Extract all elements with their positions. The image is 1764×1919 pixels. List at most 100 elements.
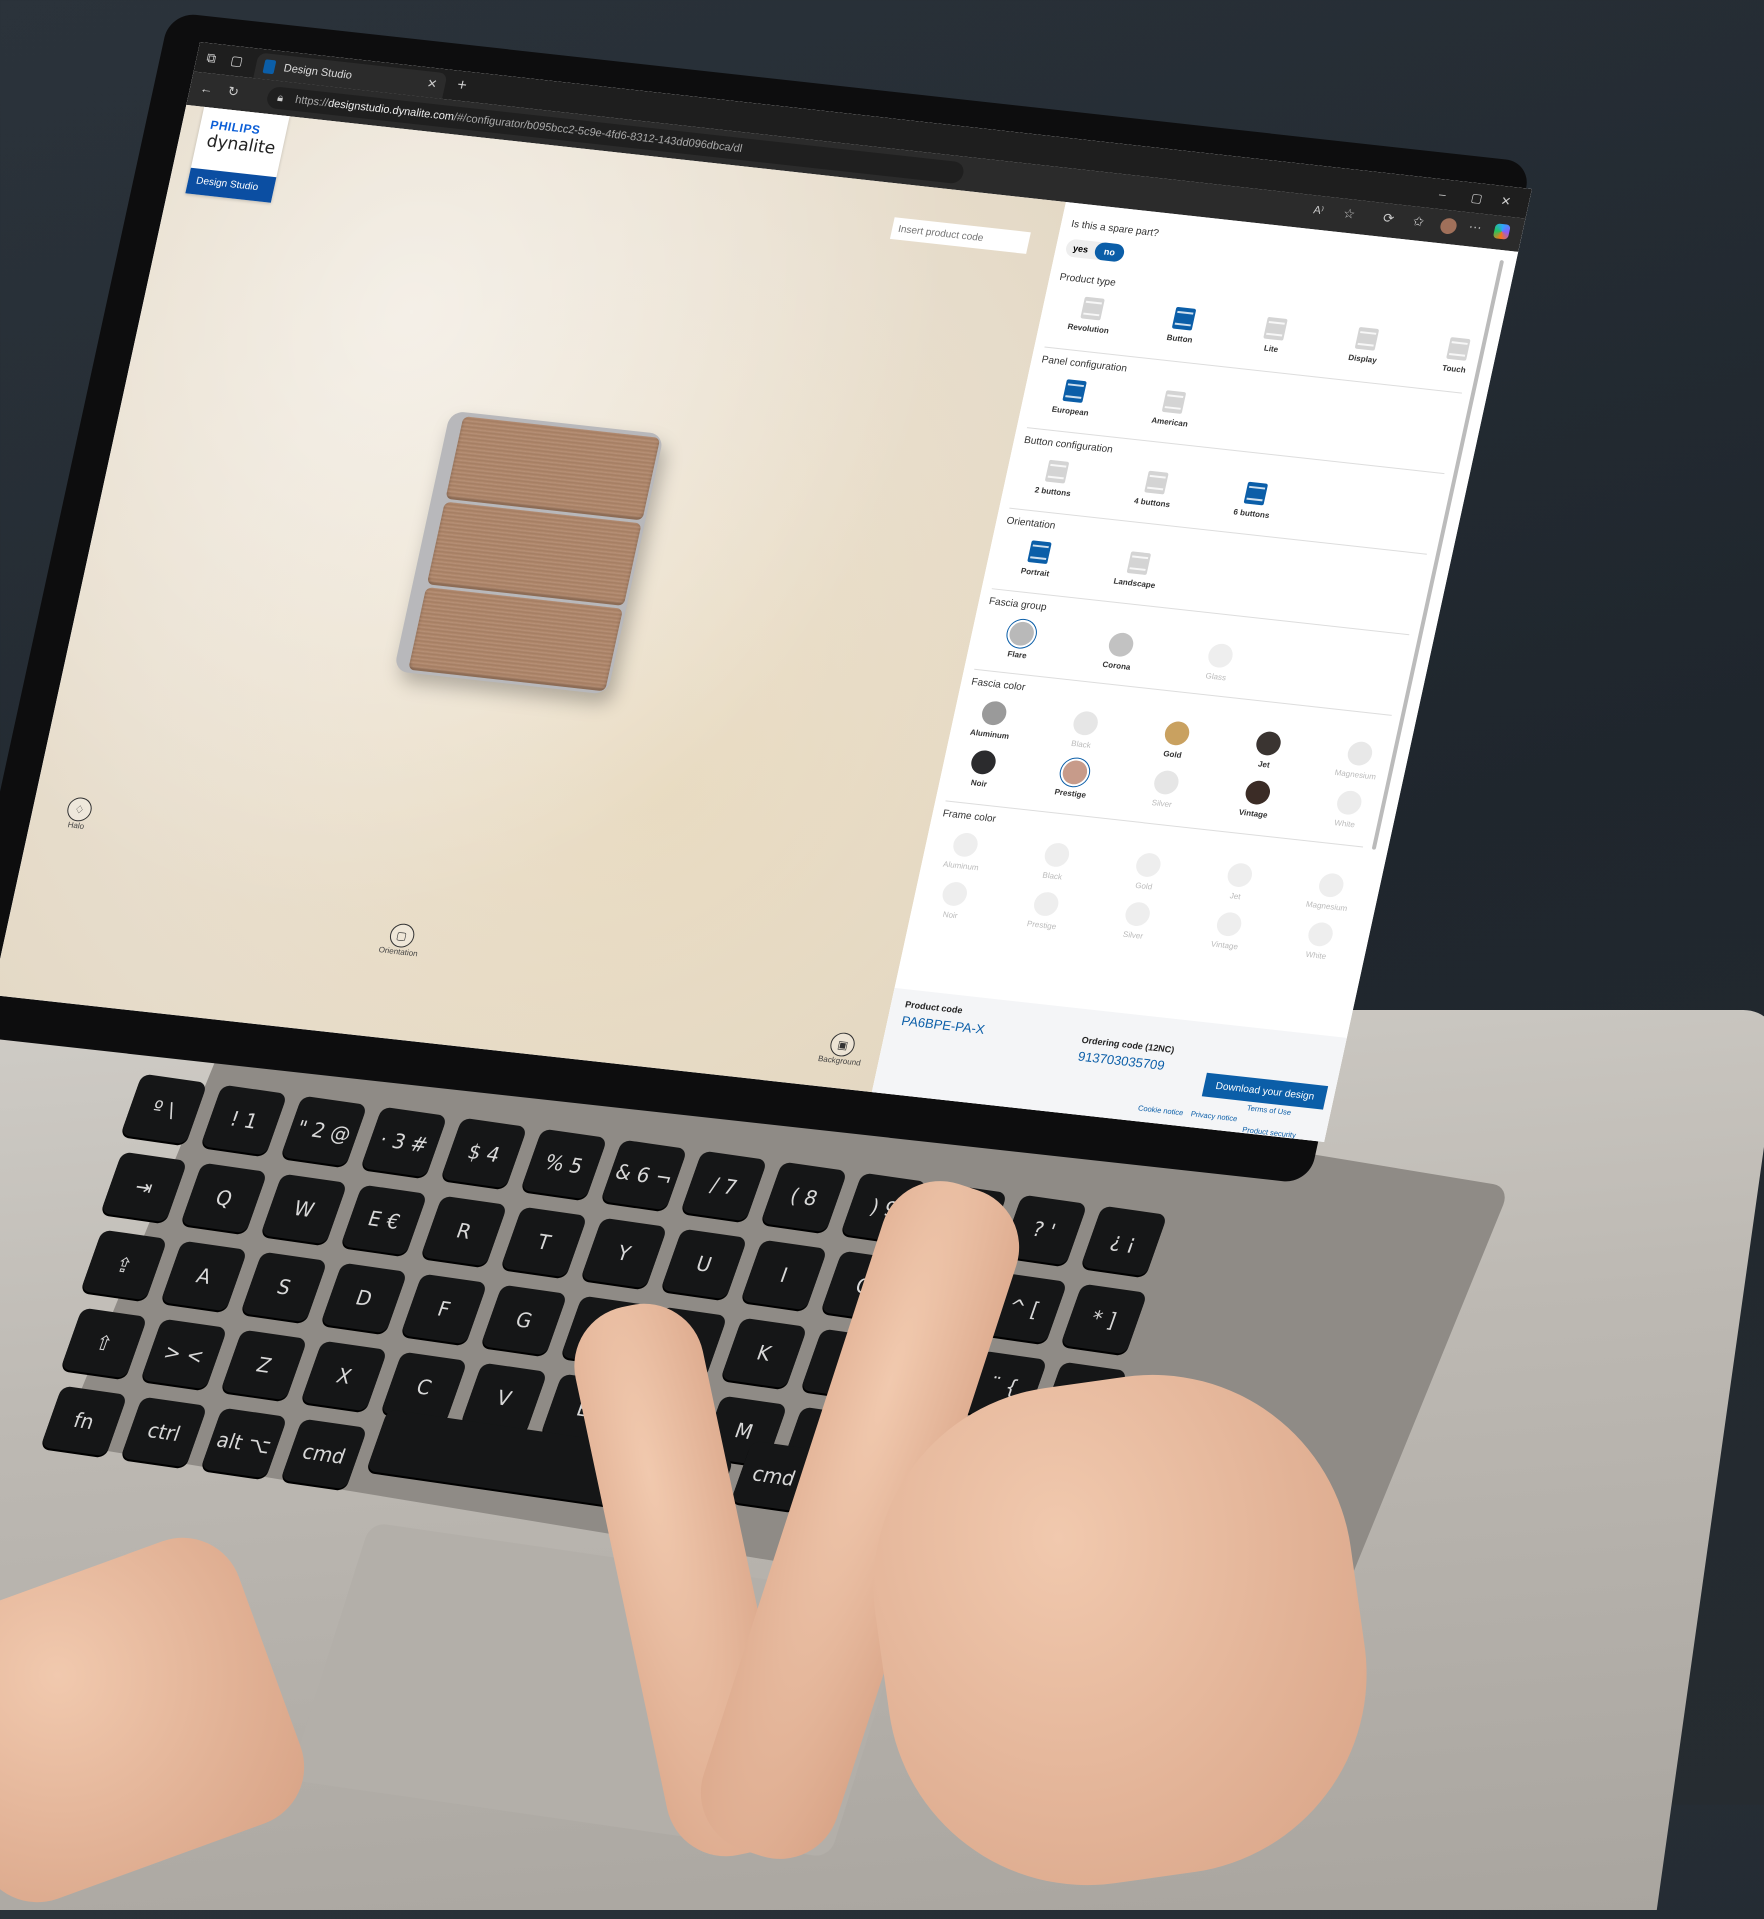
frame-color-option-black[interactable]: Black bbox=[1017, 839, 1095, 884]
frame-color-option-prestige[interactable]: Prestige bbox=[1006, 888, 1084, 933]
fascia-group-title: Fascia group bbox=[987, 596, 1048, 614]
close-tab-icon[interactable]: ✕ bbox=[426, 76, 439, 91]
orientation-title: Orientation bbox=[1005, 515, 1057, 532]
extensions-icon[interactable]: ⟳ bbox=[1381, 210, 1396, 227]
frame-color-option-aluminum[interactable]: Aluminum bbox=[925, 829, 1003, 874]
frame-color-option-white[interactable]: White bbox=[1280, 919, 1358, 964]
button-configuration-option-4-buttons[interactable]: 4 buttons bbox=[1116, 468, 1193, 511]
fascia-group-option-flare[interactable]: Flare bbox=[981, 618, 1059, 663]
halo-label: Halo bbox=[66, 820, 86, 831]
url-host: designstudio.dynalite.com bbox=[326, 97, 456, 124]
frame-color-option-noir[interactable]: Noir bbox=[914, 878, 992, 923]
read-aloud-icon[interactable]: A⁾ bbox=[1312, 203, 1325, 217]
product-type-revolution-icon bbox=[1080, 296, 1105, 321]
fascia-group-option-glass[interactable]: Glass bbox=[1180, 640, 1258, 685]
frame-color-aluminum-label: Aluminum bbox=[942, 859, 980, 873]
orientation-portrait-label: Portrait bbox=[1019, 566, 1051, 579]
button-configuration-option-6-buttons[interactable]: 6 buttons bbox=[1216, 479, 1293, 522]
button-configuration-2-buttons-icon bbox=[1044, 459, 1070, 484]
product-type-button-icon bbox=[1171, 306, 1197, 331]
fascia-color-vintage-label: Vintage bbox=[1237, 807, 1269, 820]
fascia-color-option-gold[interactable]: Gold bbox=[1137, 718, 1215, 763]
back-icon[interactable]: ← bbox=[199, 80, 215, 96]
frame-color-title: Frame color bbox=[941, 808, 997, 825]
fascia-color-prestige-label: Prestige bbox=[1053, 787, 1087, 800]
minimize-icon[interactable]: – bbox=[1438, 187, 1448, 201]
fascia-color-option-silver[interactable]: Silver bbox=[1126, 767, 1204, 812]
spare-part-toggle[interactable]: yes no bbox=[1064, 238, 1126, 263]
product-type-touch-label: Touch bbox=[1441, 363, 1467, 375]
product-type-touch-icon bbox=[1446, 337, 1471, 361]
fascia-color-jet-label: Jet bbox=[1257, 759, 1271, 770]
orientation-option-landscape[interactable]: Landscape bbox=[1099, 549, 1176, 592]
fascia-color-magnesium-label: Magnesium bbox=[1333, 768, 1377, 782]
spare-yes-option[interactable]: yes bbox=[1064, 238, 1097, 259]
fascia-color-option-jet[interactable]: Jet bbox=[1228, 728, 1306, 773]
fascia-color-option-aluminum[interactable]: Aluminum bbox=[954, 698, 1032, 743]
fascia-color-option-vintage[interactable]: Vintage bbox=[1217, 777, 1295, 822]
panel-configuration-option-american[interactable]: American bbox=[1134, 387, 1211, 430]
orientation-option-portrait[interactable]: Portrait bbox=[999, 538, 1076, 581]
product-type-button-label: Button bbox=[1165, 332, 1194, 345]
new-tab-icon[interactable]: + bbox=[455, 77, 468, 96]
halo-tool[interactable]: ♢ Halo bbox=[63, 796, 94, 831]
product-code-label: Product code bbox=[904, 999, 964, 1016]
frame-color-vintage-swatch bbox=[1214, 911, 1244, 938]
background-tool[interactable]: ▣ Background bbox=[817, 1030, 867, 1068]
cookie-notice-link[interactable]: Cookie notice bbox=[1137, 1103, 1184, 1117]
frame-color-noir-label: Noir bbox=[941, 909, 959, 921]
fascia-group-flare-swatch bbox=[1007, 620, 1037, 647]
button-configuration-6-buttons-icon bbox=[1243, 481, 1269, 506]
spare-no-option[interactable]: no bbox=[1093, 241, 1126, 263]
app-viewport: PHILIPS dynalite Design Studio ♢ Halo ▢ … bbox=[0, 104, 1519, 1142]
maximize-icon[interactable]: ▢ bbox=[1470, 191, 1484, 206]
keypad-button bbox=[408, 587, 624, 692]
tab-actions-icon[interactable]: ▢ bbox=[229, 53, 244, 70]
frame-color-option-jet[interactable]: Jet bbox=[1199, 860, 1277, 905]
product-code-input[interactable] bbox=[889, 217, 1031, 254]
frame-color-aluminum-swatch bbox=[950, 831, 980, 858]
panel-configuration-american-label: American bbox=[1150, 415, 1189, 429]
workspaces-icon[interactable]: ⧉ bbox=[205, 50, 217, 67]
frame-color-silver-label: Silver bbox=[1122, 929, 1144, 941]
orientation-tool[interactable]: ▢ Orientation bbox=[378, 922, 424, 958]
profile-avatar[interactable] bbox=[1438, 217, 1459, 235]
product-type-lite-label: Lite bbox=[1263, 343, 1280, 355]
fascia-group-option-corona[interactable]: Corona bbox=[1081, 629, 1159, 674]
product-type-option-lite[interactable]: Lite bbox=[1235, 314, 1312, 357]
frame-color-vintage-label: Vintage bbox=[1210, 939, 1239, 952]
product-type-option-display[interactable]: Display bbox=[1327, 324, 1404, 367]
close-window-icon[interactable]: ✕ bbox=[1499, 194, 1512, 209]
product-type-display-label: Display bbox=[1347, 353, 1378, 365]
fascia-group-glass-swatch bbox=[1205, 642, 1235, 669]
frame-color-option-silver[interactable]: Silver bbox=[1097, 899, 1175, 944]
product-type-option-button[interactable]: Button bbox=[1144, 304, 1221, 347]
logo-product: dynalite bbox=[204, 131, 278, 159]
product-type-option-revolution[interactable]: Revolution bbox=[1052, 294, 1129, 337]
download-design-button[interactable]: Download your design bbox=[1201, 1072, 1329, 1110]
privacy-notice-link[interactable]: Privacy notice bbox=[1190, 1109, 1238, 1123]
halo-icon: ♢ bbox=[65, 796, 94, 823]
product-type-revolution-label: Revolution bbox=[1066, 322, 1110, 336]
fascia-color-option-white[interactable]: White bbox=[1309, 787, 1387, 832]
fascia-color-prestige-swatch bbox=[1060, 759, 1090, 786]
panel-configuration-option-european[interactable]: European bbox=[1034, 376, 1111, 419]
frame-color-option-magnesium[interactable]: Magnesium bbox=[1291, 870, 1369, 915]
frame-color-magnesium-label: Magnesium bbox=[1305, 899, 1349, 914]
frame-color-black-label: Black bbox=[1041, 870, 1064, 882]
button-configuration-option-2-buttons[interactable]: 2 buttons bbox=[1017, 457, 1094, 500]
fascia-color-option-noir[interactable]: Noir bbox=[943, 747, 1021, 792]
frame-color-option-gold[interactable]: Gold bbox=[1108, 849, 1186, 894]
fascia-color-option-black[interactable]: Black bbox=[1045, 708, 1123, 753]
copilot-icon[interactable] bbox=[1492, 223, 1511, 240]
reload-icon[interactable]: ↻ bbox=[226, 84, 240, 101]
favorites-icon[interactable]: ✩ bbox=[1411, 213, 1425, 230]
fascia-color-option-prestige[interactable]: Prestige bbox=[1035, 757, 1113, 802]
panel-configuration-european-label: European bbox=[1050, 404, 1090, 418]
logo[interactable]: PHILIPS dynalite Design Studio bbox=[185, 106, 290, 203]
favorite-star-icon[interactable]: ☆ bbox=[1342, 206, 1357, 223]
button-config-title: Button configuration bbox=[1022, 434, 1114, 456]
fascia-color-option-magnesium[interactable]: Magnesium bbox=[1320, 738, 1398, 783]
more-menu-icon[interactable]: ··· bbox=[1467, 218, 1483, 234]
frame-color-option-vintage[interactable]: Vintage bbox=[1189, 909, 1267, 954]
